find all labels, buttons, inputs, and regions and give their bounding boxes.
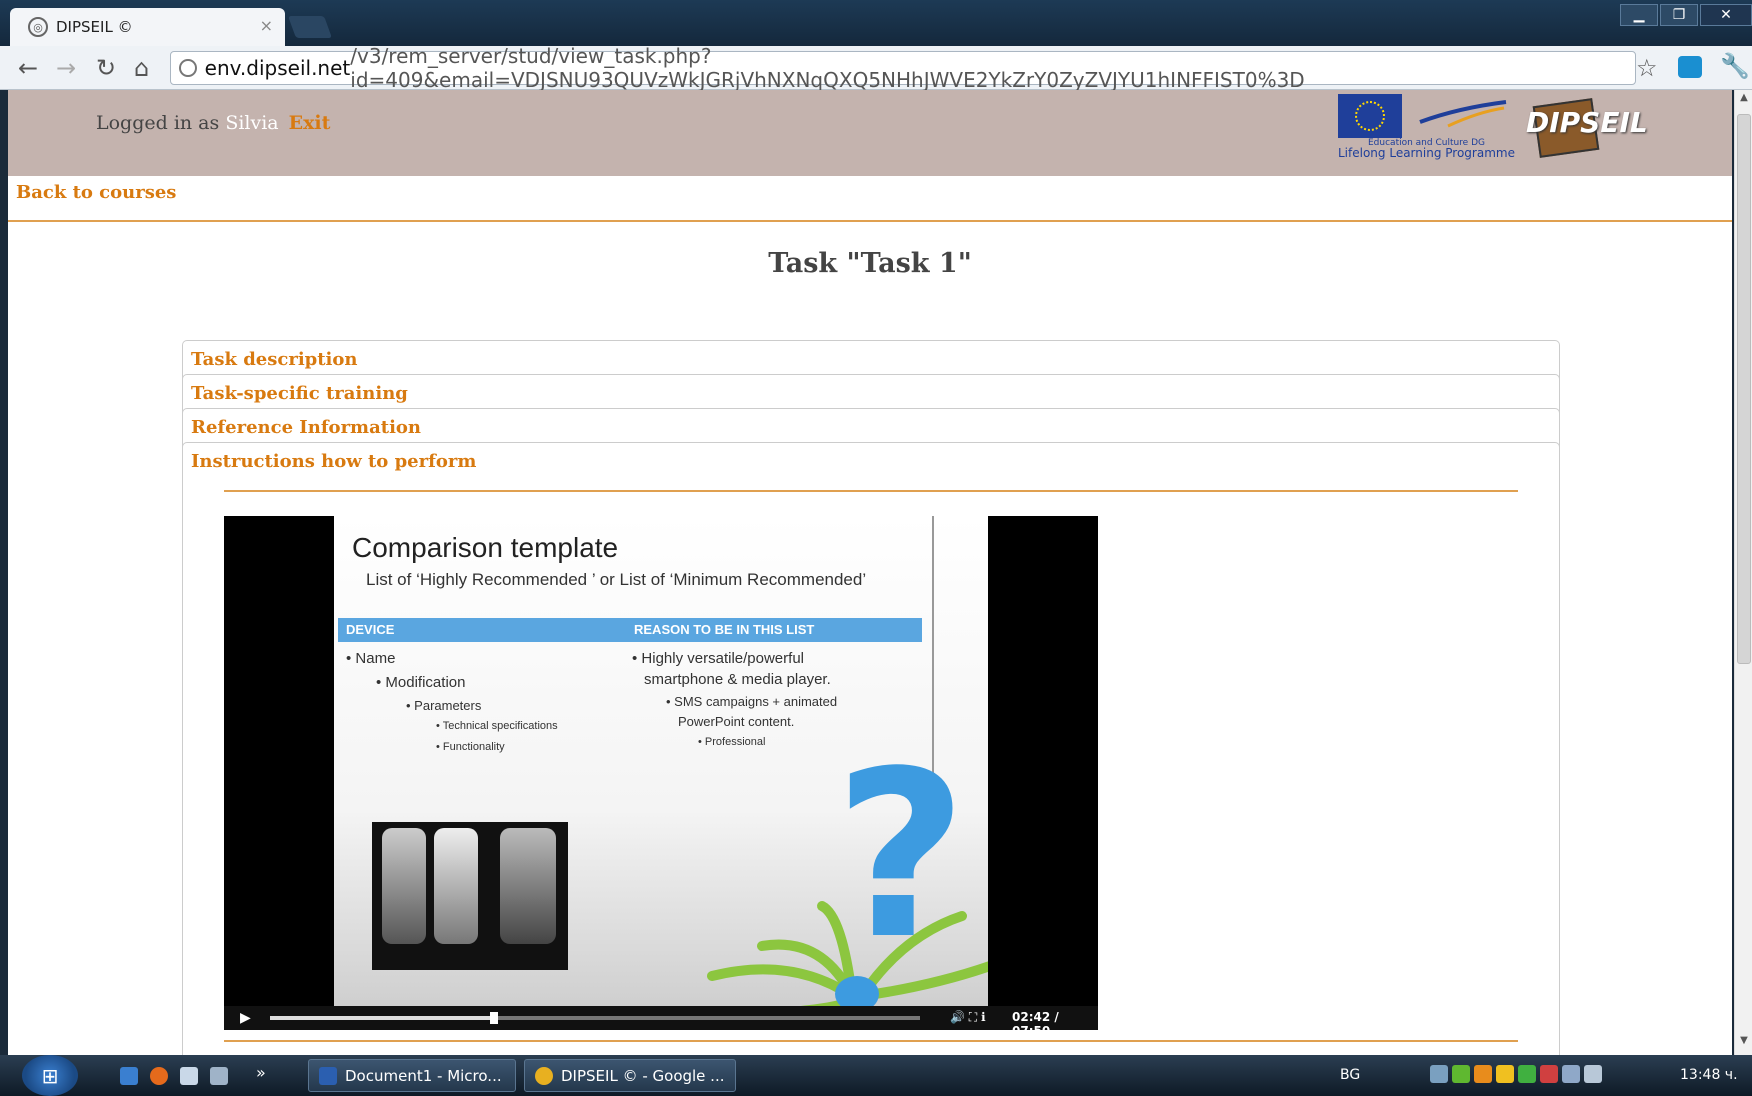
- video-player[interactable]: Comparison template List of ‘Highly Reco…: [224, 516, 1098, 1038]
- page-title: Task "Task 1": [768, 248, 972, 279]
- accordion-label[interactable]: Instructions how to perform: [191, 451, 476, 472]
- volume-icon[interactable]: [1584, 1065, 1602, 1083]
- slide-col2-header: REASON TO BE IN THIS LIST: [626, 618, 922, 642]
- slide-bullet: • Professional: [698, 736, 766, 748]
- chrome-icon: [535, 1066, 553, 1085]
- slide-bullet: smartphone & media player.: [644, 671, 831, 688]
- home-icon[interactable]: ⌂: [134, 54, 149, 82]
- close-window-icon[interactable]: ✕: [1700, 4, 1752, 26]
- divider: [8, 220, 1732, 222]
- show-desktop-icon[interactable]: [120, 1067, 138, 1085]
- seek-handle[interactable]: [490, 1012, 499, 1024]
- notepad-icon[interactable]: [180, 1067, 198, 1085]
- user-name: Silvia: [225, 112, 279, 134]
- minimize-icon[interactable]: ▁: [1620, 4, 1658, 26]
- play-icon[interactable]: ▶: [240, 1010, 251, 1026]
- page-info-icon[interactable]: [179, 59, 197, 77]
- url-path: /v3/rem_server/stud/view_task.php?id=409…: [350, 44, 1305, 92]
- scroll-thumb[interactable]: [1737, 114, 1751, 664]
- url-host: env.dipseil.net: [204, 56, 351, 80]
- phones-image: [372, 822, 568, 970]
- taskbar-button-label: Document1 - Micro...: [345, 1066, 502, 1085]
- globe-icon: ◎: [28, 17, 48, 37]
- page-viewport: Logged in as Silvia Exit Education and Cu…: [8, 90, 1732, 1055]
- accordion-label[interactable]: Reference Information: [191, 417, 421, 438]
- slide-bullet: • Functionality: [436, 741, 505, 753]
- video-controls: ▶ 🔊 ⛶ ℹ 02:42 / 07:50: [224, 1006, 1098, 1038]
- slide-subtitle: List of ‘Highly Recommended ’ or List of…: [366, 570, 867, 589]
- word-icon: [319, 1066, 337, 1085]
- browser-titlebar: ◎ DIPSEIL © × ▁ ❐ ✕: [0, 0, 1752, 46]
- video-time: 02:42 / 07:50: [1012, 1010, 1059, 1038]
- divider: [224, 490, 1518, 492]
- dipseil-logo: DIPSEIL: [1516, 94, 1648, 160]
- exit-link[interactable]: Exit: [289, 112, 331, 134]
- scroll-up-icon[interactable]: ▲: [1737, 92, 1751, 110]
- slide-bullet: • Name: [346, 650, 396, 667]
- windows-taskbar: ⊞ » Document1 - Micro... DIPSEIL © - Goo…: [0, 1055, 1752, 1096]
- browser-toolbar: ← → ↻ ⌂ env.dipseil.net /v3/rem_server/s…: [0, 44, 1752, 92]
- page-scrollbar[interactable]: ▲ ▼: [1734, 90, 1752, 1055]
- start-button[interactable]: ⊞: [22, 1055, 78, 1096]
- eu-flag-logo: [1338, 94, 1402, 138]
- restore-icon[interactable]: ❐: [1660, 4, 1698, 26]
- video-frame: Comparison template List of ‘Highly Reco…: [334, 516, 988, 1006]
- scroll-down-icon[interactable]: ▼: [1737, 1035, 1751, 1053]
- volume-fullscreen-icons[interactable]: 🔊 ⛶ ℹ: [950, 1010, 986, 1025]
- skype-extension-icon[interactable]: [1678, 56, 1702, 78]
- wrench-icon[interactable]: 🔧: [1720, 52, 1750, 80]
- accordion-label[interactable]: Task description: [191, 349, 358, 370]
- seek-fill: [270, 1016, 495, 1020]
- tentacles-image: [707, 901, 988, 1006]
- slide-bullet: • SMS campaigns + animated: [666, 694, 838, 709]
- network-icon[interactable]: [1562, 1065, 1580, 1083]
- tray-app-icon[interactable]: [1540, 1065, 1558, 1083]
- new-tab-button[interactable]: [287, 16, 333, 38]
- llp-swoosh-logo: [1419, 100, 1507, 128]
- slide-title: Comparison template: [352, 532, 619, 563]
- video-seek-bar[interactable]: [270, 1016, 920, 1020]
- taskbar-button-chrome[interactable]: DIPSEIL © - Google ...: [524, 1059, 736, 1092]
- calculator-icon[interactable]: [210, 1067, 228, 1085]
- slide-bullet: • Technical specifications: [436, 720, 558, 732]
- language-indicator[interactable]: BG: [1340, 1067, 1360, 1083]
- taskbar-button-word[interactable]: Document1 - Micro...: [308, 1059, 516, 1092]
- tray-app-icon[interactable]: [1518, 1065, 1536, 1083]
- system-tray: [1430, 1065, 1602, 1083]
- forward-arrow-icon[interactable]: →: [56, 54, 76, 82]
- reload-icon[interactable]: ↻: [96, 54, 116, 82]
- back-arrow-icon[interactable]: ←: [18, 54, 38, 82]
- browser-tab[interactable]: ◎ DIPSEIL © ×: [10, 8, 285, 46]
- window-controls: ▁ ❐ ✕: [1620, 4, 1752, 26]
- llp-text: Lifelong Learning Programme: [1338, 146, 1515, 160]
- keyboard-icon[interactable]: [1430, 1065, 1448, 1083]
- slide-bullet: • Modification: [376, 674, 466, 691]
- address-bar[interactable]: env.dipseil.net /v3/rem_server/stud/view…: [170, 44, 1636, 92]
- dipseil-logo-text: DIPSEIL: [1526, 106, 1648, 139]
- login-status: Logged in as Silvia Exit: [96, 112, 330, 134]
- quicklaunch-more-icon[interactable]: »: [256, 1063, 266, 1082]
- tab-title: DIPSEIL ©: [56, 18, 133, 36]
- slide-col1-header: DEVICE: [338, 618, 626, 642]
- divider: [224, 1040, 1518, 1042]
- back-to-courses-link[interactable]: Back to courses: [16, 182, 176, 203]
- slide-bullet: • Parameters: [406, 698, 482, 713]
- tray-app-icon[interactable]: [1496, 1065, 1514, 1083]
- slide-bullet: PowerPoint content.: [678, 714, 795, 729]
- taskbar-button-label: DIPSEIL © - Google ...: [561, 1066, 725, 1085]
- firefox-icon[interactable]: [150, 1067, 168, 1085]
- tab-close-icon[interactable]: ×: [260, 16, 273, 35]
- signal-icon[interactable]: [1452, 1065, 1470, 1083]
- tray-app-icon[interactable]: [1474, 1065, 1492, 1083]
- clock[interactable]: 13:48 ч.: [1680, 1067, 1738, 1083]
- slide-bullet: • Highly versatile/powerful: [632, 650, 804, 667]
- site-header: Logged in as Silvia Exit Education and Cu…: [8, 90, 1732, 176]
- logged-in-label: Logged in as: [96, 112, 226, 134]
- star-icon[interactable]: ☆: [1636, 54, 1658, 82]
- accordion-label[interactable]: Task-specific training: [191, 383, 408, 404]
